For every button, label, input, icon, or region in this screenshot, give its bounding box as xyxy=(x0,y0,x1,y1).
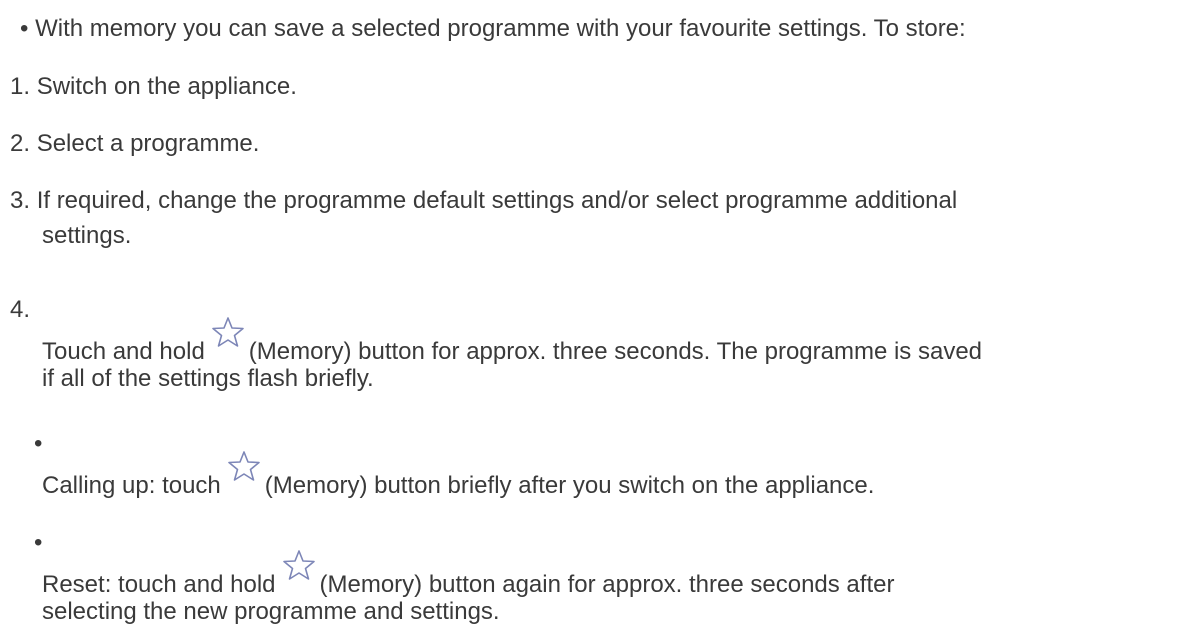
step-4-continuation: if all of the settings flash briefly. xyxy=(42,362,374,396)
step-4-number: 4. xyxy=(10,293,30,327)
step-number: 4. xyxy=(10,296,31,323)
note-text: Reset: touch and hold xyxy=(42,571,276,598)
step-3-continuation: settings. xyxy=(42,219,131,253)
step-text: Touch and hold xyxy=(42,338,205,365)
note-text: Calling up: touch xyxy=(42,472,221,499)
step-text: if all of the settings flash briefly. xyxy=(42,365,374,392)
step-number: 3. xyxy=(10,187,31,214)
step-number: 2. xyxy=(10,130,31,157)
note-bullet: • xyxy=(34,430,43,457)
note-1: Calling up: touch (Memory) button briefly… xyxy=(42,451,875,503)
note-2-continuation: selecting the new programme and settings… xyxy=(42,595,500,629)
step-number: 1. xyxy=(10,73,31,100)
step-3: 3. If required, change the programme def… xyxy=(10,184,957,218)
intro-bullet: • xyxy=(20,15,29,42)
note-text: (Memory) button briefly after you switch… xyxy=(264,472,875,499)
note-1-bullet: • xyxy=(34,427,42,461)
note-text: selecting the new programme and settings… xyxy=(42,598,500,625)
star-outline-icon xyxy=(282,548,316,582)
intro-text: With memory you can save a selected prog… xyxy=(35,15,966,42)
step-2: 2. Select a programme. xyxy=(10,127,259,161)
note-2-bullet: • xyxy=(34,526,42,560)
step-text: (Memory) button for approx. three second… xyxy=(248,338,983,365)
step-text: settings. xyxy=(42,222,132,249)
step-text: Switch on the appliance. xyxy=(36,73,297,100)
instructions-page: • With memory you can save a selected pr… xyxy=(0,0,1200,633)
step-1: 1. Switch on the appliance. xyxy=(10,70,297,104)
intro-line: • With memory you can save a selected pr… xyxy=(20,12,966,46)
step-text: If required, change the programme defaul… xyxy=(36,187,958,214)
star-outline-icon xyxy=(211,315,245,349)
step-text: Select a programme. xyxy=(36,130,260,157)
note-bullet: • xyxy=(34,529,43,556)
note-text: (Memory) button again for approx. three … xyxy=(319,571,895,598)
star-outline-icon xyxy=(227,449,261,483)
